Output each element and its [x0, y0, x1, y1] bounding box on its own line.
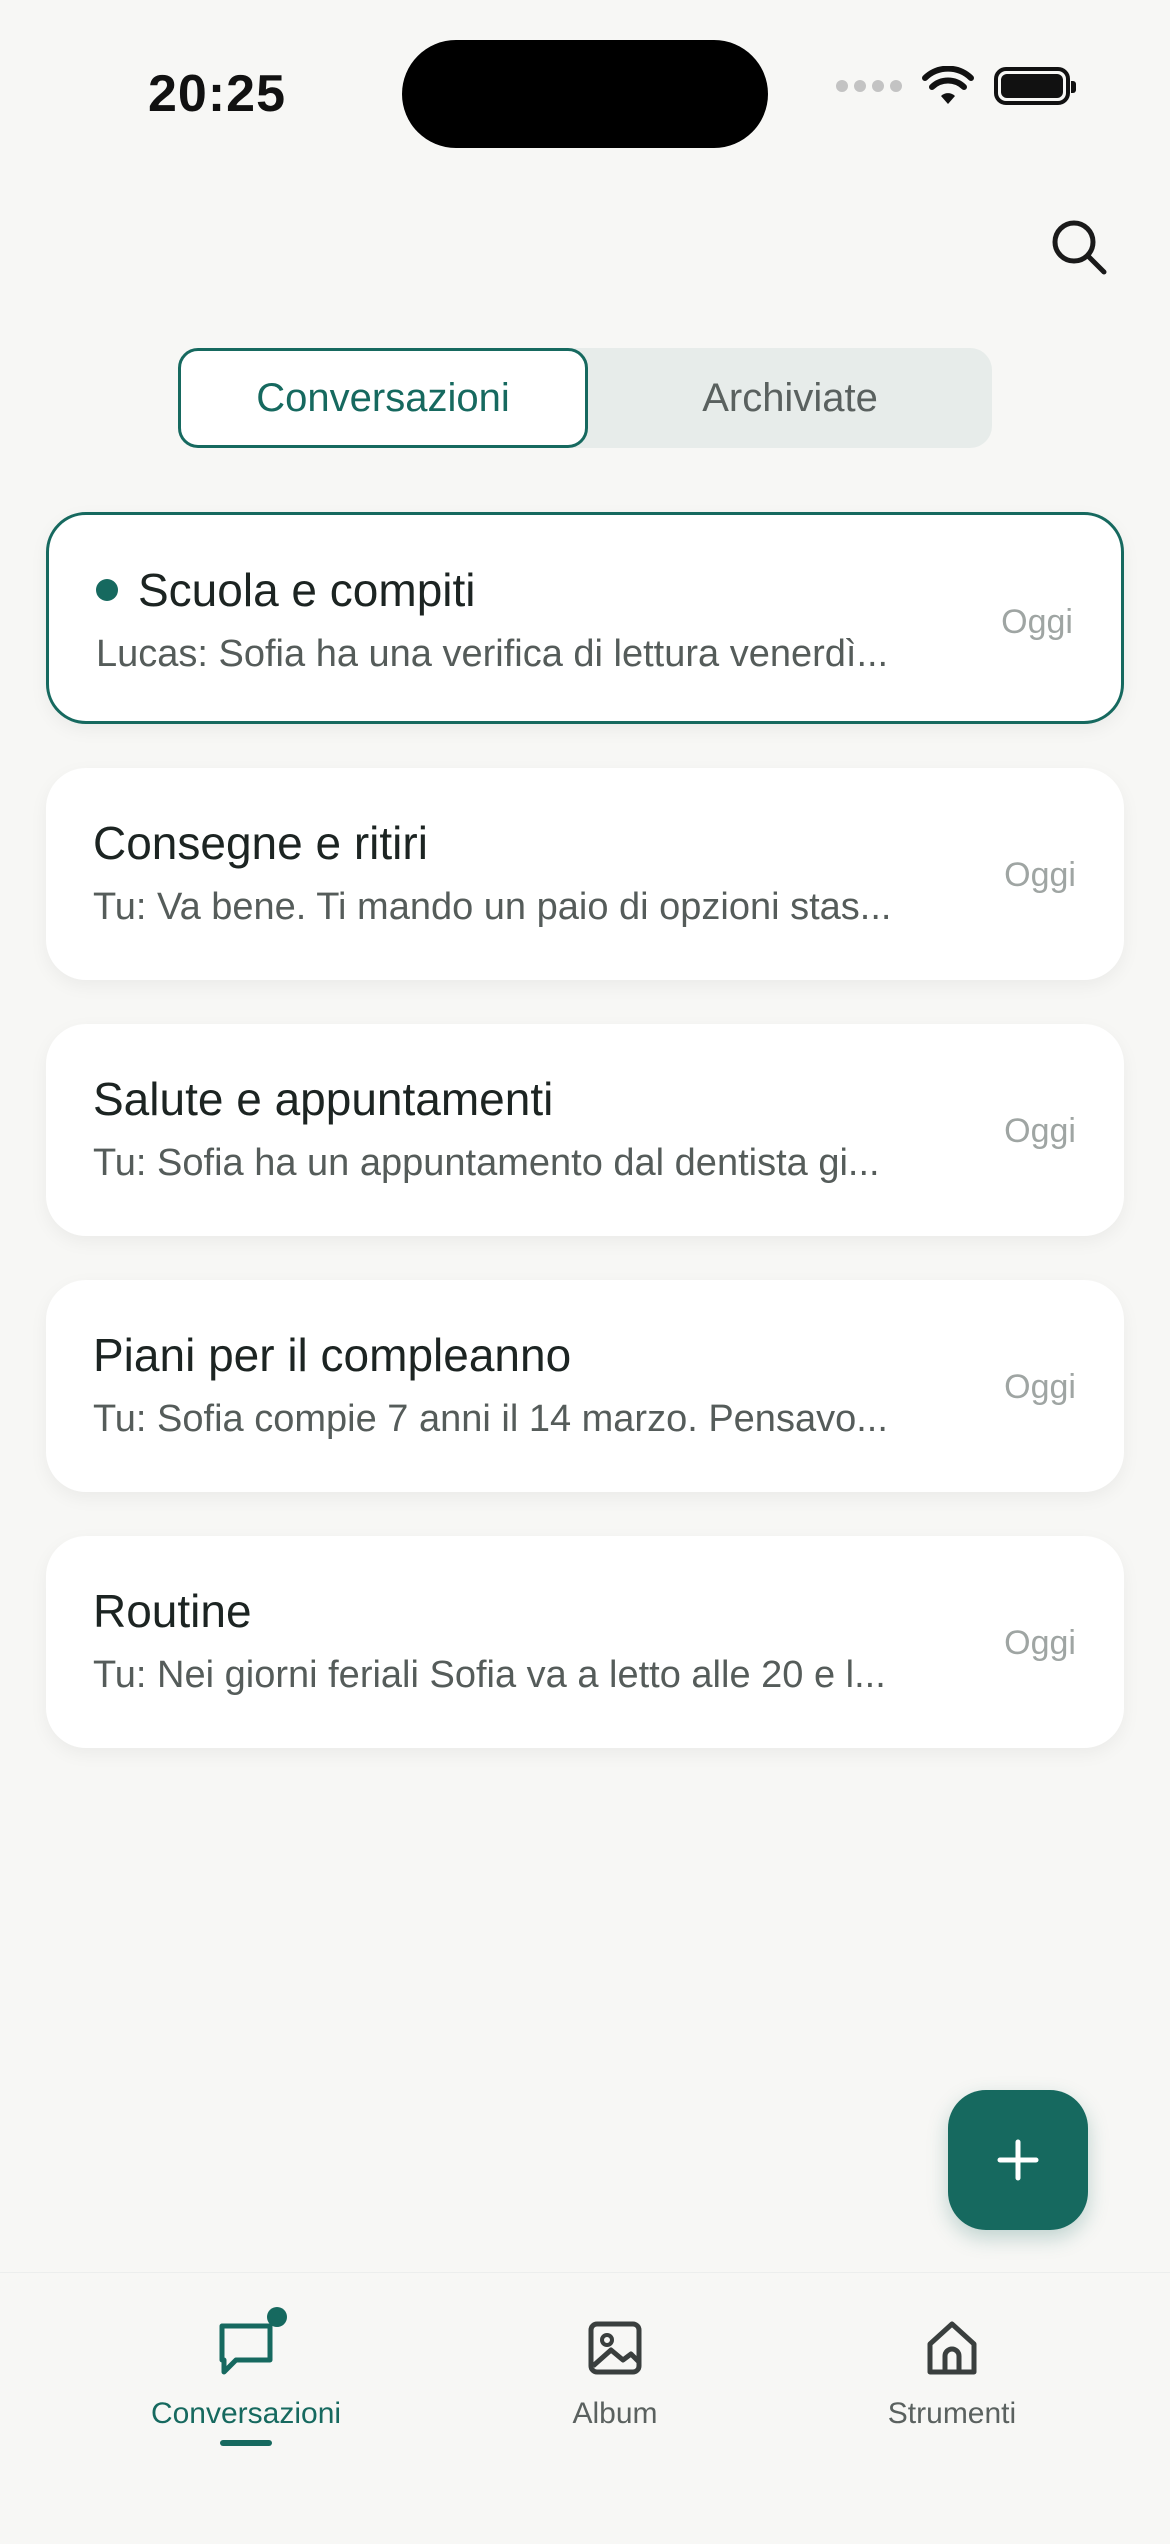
- conversation-title: Routine: [93, 1585, 252, 1637]
- conversation-time: Oggi: [1001, 603, 1073, 641]
- conversation-preview: Lucas: Sofia ha una verifica di lettura …: [96, 633, 889, 675]
- conversation-time: Oggi: [1004, 1624, 1076, 1662]
- nav-item-album[interactable]: Album: [485, 2313, 745, 2431]
- battery-icon: [994, 67, 1076, 105]
- bottom-navigation: Conversazioni Album Strumenti: [0, 2272, 1170, 2544]
- conversation-item[interactable]: Salute e appuntamenti Tu: Sofia ha un ap…: [46, 1024, 1124, 1236]
- conversation-item[interactable]: Consegne e ritiri Tu: Va bene. Ti mando …: [46, 768, 1124, 980]
- conversation-preview: Tu: Sofia compie 7 anni il 14 marzo. Pen…: [93, 1398, 888, 1440]
- conversation-preview: Tu: Nei giorni feriali Sofia va a letto …: [93, 1654, 886, 1696]
- nav-label: Conversazioni: [150, 2397, 342, 2430]
- conversation-time: Oggi: [1004, 1112, 1076, 1150]
- conversation-preview: Tu: Sofia ha un appuntamento dal dentist…: [93, 1142, 880, 1184]
- image-icon: [588, 2321, 642, 2375]
- search-button[interactable]: [1044, 212, 1114, 282]
- tab-archiviate[interactable]: Archiviate: [588, 348, 992, 448]
- conversation-item[interactable]: Scuola e compiti Lucas: Sofia ha una ver…: [46, 512, 1124, 724]
- home-icon: [927, 2321, 977, 2375]
- unread-indicator: [96, 579, 118, 601]
- conversation-title: Piani per il compleanno: [93, 1329, 572, 1381]
- conversation-list: Scuola e compiti Lucas: Sofia ha una ver…: [46, 512, 1124, 1792]
- new-conversation-button[interactable]: [948, 2090, 1088, 2230]
- nav-label: Strumenti: [887, 2397, 1017, 2430]
- conversations-screen: 20:25 Conversazioni Archiviate Scuola e …: [0, 0, 1170, 2544]
- notification-badge: [267, 2307, 287, 2327]
- plus-icon: [997, 2139, 1039, 2181]
- chat-bubble-icon: [219, 2323, 273, 2375]
- search-icon: [1052, 220, 1107, 275]
- conversation-title: Consegne e ritiri: [93, 817, 428, 869]
- active-tab-indicator: [220, 2440, 272, 2446]
- status-time: 20:25: [148, 65, 286, 123]
- tab-conversazioni[interactable]: Conversazioni: [178, 348, 588, 448]
- conversation-filter-tabs: Conversazioni Archiviate: [178, 348, 992, 448]
- conversation-time: Oggi: [1004, 856, 1076, 894]
- nav-item-strumenti[interactable]: Strumenti: [822, 2313, 1082, 2431]
- conversation-title: Salute e appuntamenti: [93, 1073, 554, 1125]
- conversation-item[interactable]: Routine Tu: Nei giorni feriali Sofia va …: [46, 1536, 1124, 1748]
- wifi-icon: [922, 66, 974, 104]
- cellular-signal-icon: [836, 80, 902, 92]
- nav-item-conversazioni[interactable]: Conversazioni: [116, 2307, 376, 2431]
- conversation-title: Scuola e compiti: [138, 564, 476, 616]
- conversation-item[interactable]: Piani per il compleanno Tu: Sofia compie…: [46, 1280, 1124, 1492]
- nav-label: Album: [572, 2397, 658, 2430]
- conversation-preview: Tu: Va bene. Ti mando un paio di opzioni…: [93, 886, 892, 928]
- conversation-time: Oggi: [1004, 1368, 1076, 1406]
- dynamic-island: [402, 40, 768, 148]
- status-icons: [836, 66, 1076, 106]
